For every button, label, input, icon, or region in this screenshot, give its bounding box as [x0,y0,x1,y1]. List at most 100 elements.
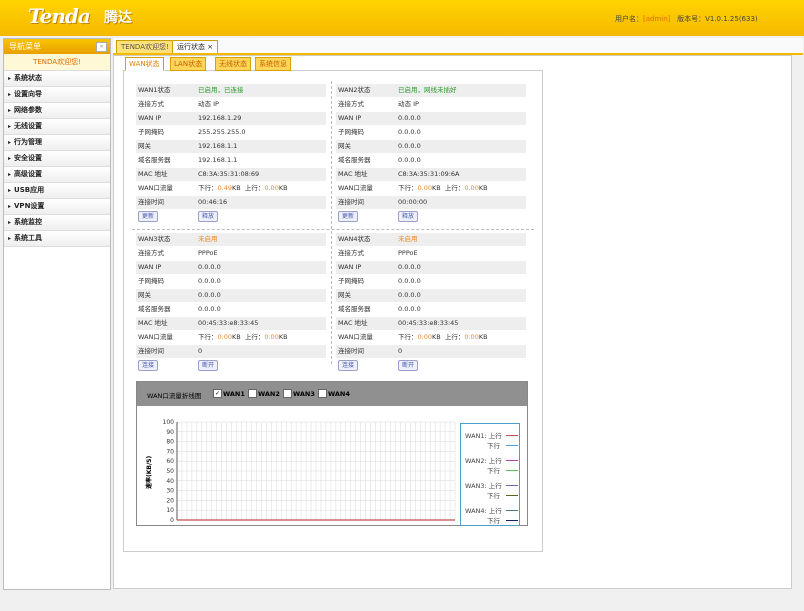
wan-action-button[interactable]: 释放 [198,211,219,222]
sidebar-item-label: 高级设置 [14,170,43,178]
y-tick-label: 20 [166,497,174,504]
subtab[interactable]: 系统信息 [255,57,291,71]
traffic-part: 下行： [198,333,218,341]
row-label: 子网掩码 [338,277,364,285]
legend-label: WAN2: 上行 [465,457,502,465]
sidebar-item-label: 系统工具 [14,234,43,242]
arrow-right-icon: ▸ [8,139,12,146]
traffic-part: 0.49 [217,184,232,192]
row-value: PPPoE [198,249,218,257]
wan-action-button[interactable]: 更新 [138,211,159,222]
traffic-part: KB [478,333,488,341]
tab-status-label: 运行状态 [177,43,205,51]
sidebar-item[interactable]: ▸ 行为管理 [4,135,110,151]
status-row: WAN口流量 下行：0.00KB 上行：0.00KB [336,331,526,344]
traffic-part: KB [431,333,441,341]
row-label: WAN4状态 [338,235,371,243]
y-axis-label: 速率(KB/S) [145,456,153,489]
wan-action-button[interactable]: 更新 [338,211,359,222]
status-row: 连接方式 PPPoE [336,247,526,260]
status-row: 网关 192.168.1.1 [136,140,326,153]
row-value: 255.255.255.0 [198,128,246,136]
status-row: 网关 0.0.0.0 [136,289,326,302]
legend-label: WAN4: 上行 [465,507,502,515]
traffic-part: KB [231,333,241,341]
version-value: V1.0.1.25(633) [705,15,758,23]
wan-checkbox[interactable] [248,389,257,398]
sidebar-item-label: 系统监控 [14,218,43,226]
y-tick-label: 40 [166,478,174,485]
traffic-part: 上行： [444,333,465,341]
subtab[interactable]: 无线状态 [215,57,251,71]
row-value: 192.168.1.1 [198,142,238,150]
wan-checkbox[interactable] [318,389,327,398]
wan-action-button[interactable]: 连接 [338,360,359,371]
nav-welcome-item[interactable]: TENDA欢迎您! [4,54,110,71]
sidebar-item[interactable]: ▸ 系统监控 [4,215,110,231]
traffic-part: 下行： [398,333,418,341]
status-row: WAN IP 192.168.1.29 [136,112,326,125]
row-value: 00:46:16 [198,198,228,206]
row-value: 192.168.1.29 [198,114,242,122]
row-value: 0.0.0.0 [398,305,421,313]
status-row: WAN口流量 下行：0.49KB 上行：0.00KB [136,182,326,195]
row-label: 网关 [338,142,351,150]
legend-swatch [506,460,518,461]
collapse-icon[interactable]: « [96,42,107,52]
row-label: WAN IP [338,263,362,271]
status-row: WAN2状态 已启用，网线未插好 [336,84,526,97]
wan-checkbox[interactable] [283,389,292,398]
legend-swatch [506,470,518,471]
wan-status-value: 未启用 [198,235,218,243]
sidebar-item[interactable]: ▸ 系统状态 [4,71,110,87]
chart-header: WAN口流量折线图 ✓ WAN1 WAN2 WAN3 WAN4 [137,382,527,406]
wan-action-button[interactable]: 断开 [198,360,219,371]
subtab[interactable]: WAN状态 [125,57,164,71]
sidebar-item[interactable]: ▸ 系统工具 [4,231,110,247]
status-row: WAN口流量 下行：0.00KB 上行：0.00KB [336,182,526,195]
arrow-right-icon: ▸ [8,187,12,194]
wan-action-button[interactable]: 断开 [398,360,419,371]
tab-welcome[interactable]: TENDA欢迎您! [116,40,174,53]
row-label: 连接方式 [138,100,164,108]
sidebar-item[interactable]: ▸ 网络参数 [4,103,110,119]
row-label: 子网掩码 [138,277,164,285]
legend-label: 下行 [487,517,500,525]
wan1-status-block: WAN1状态 已启用，已连接 连接方式 动态 IP WAN IP 192.168.1.29… [136,84,326,224]
sidebar-item[interactable]: ▸ 设置向导 [4,87,110,103]
row-label: 连接时间 [338,198,364,206]
wan-action-button[interactable]: 释放 [398,211,419,222]
sidebar-item[interactable]: ▸ USB应用 [4,183,110,199]
sidebar-item[interactable]: ▸ 无线设置 [4,119,110,135]
status-row: 网关 0.0.0.0 [336,289,526,302]
status-row: 域名服务器 0.0.0.0 [136,303,326,316]
row-value: 0.0.0.0 [198,277,221,285]
status-row: 域名服务器 0.0.0.0 [336,303,526,316]
status-row: MAC 地址 00:45:33:e8:33:45 [136,317,326,330]
row-value: 0.0.0.0 [198,305,221,313]
chart-plot: 1009080706050403020100速率(KB/S) [145,419,456,524]
arrow-right-icon: ▸ [8,219,12,226]
row-label: 网关 [138,291,151,299]
wan-action-button[interactable]: 连接 [138,360,159,371]
sidebar-item[interactable]: ▸ 安全设置 [4,151,110,167]
tenda-logo: Tenda [28,4,91,28]
y-tick-label: 30 [166,488,174,495]
wan-checkbox-label: WAN2 [258,390,280,398]
sidebar-item[interactable]: ▸ VPN设置 [4,199,110,215]
sidebar-item[interactable]: ▸ 高级设置 [4,167,110,183]
divider-horizontal [132,229,534,230]
wan-status-value: 未启用 [398,235,418,243]
row-label: 网关 [338,291,351,299]
wan4-status-block: WAN4状态 未启用 连接方式 PPPoE WAN IP 0.0.0.0 子网掩码 0.0.0… [336,233,526,373]
subtab[interactable]: LAN状态 [170,57,207,71]
status-row: WAN IP 0.0.0.0 [136,261,326,274]
nav-menu-title: 导航菜单 [9,42,41,51]
y-tick-label: 70 [166,448,174,455]
close-icon[interactable]: × [207,43,213,51]
traffic-part: 0.00 [217,333,232,341]
row-value: 0 [398,347,403,355]
tab-status[interactable]: 运行状态 × [172,40,219,53]
wan-checkbox[interactable]: ✓ [213,389,222,398]
sidebar-item-label: 无线设置 [14,122,43,130]
